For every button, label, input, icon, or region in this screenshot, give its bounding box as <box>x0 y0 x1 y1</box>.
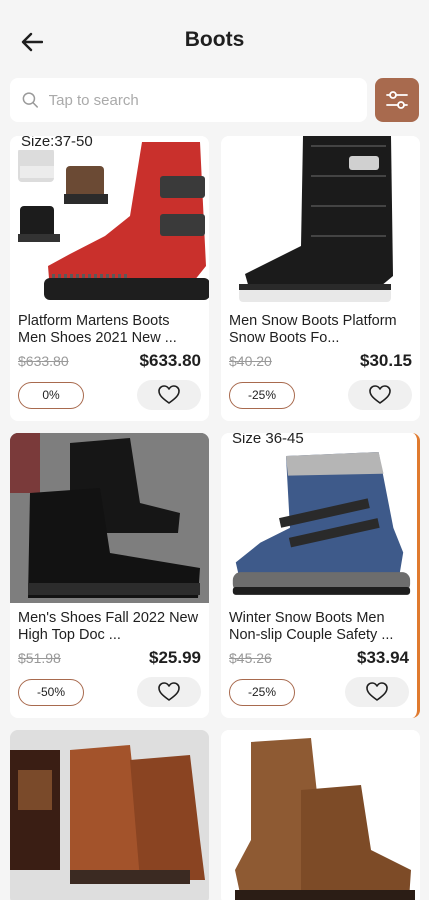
product-image <box>221 730 420 900</box>
sale-price: $33.94 <box>357 648 409 667</box>
heart-icon <box>158 682 180 701</box>
product-image <box>221 136 420 306</box>
image-caption: Size 36-45 <box>229 433 307 447</box>
sale-price: $30.15 <box>360 351 412 370</box>
product-card[interactable]: Size:37-50 Platform Martens Boots Men Sh… <box>10 136 209 421</box>
product-image <box>10 730 209 900</box>
image-caption: Size:37-50 <box>18 136 96 150</box>
product-name: Platform Martens Boots Men Shoes 2021 Ne… <box>18 313 177 346</box>
action-row: -50% <box>18 677 201 707</box>
favorite-button[interactable] <box>348 380 412 410</box>
product-name: Men's Shoes Fall 2022 New High Top Doc .… <box>18 610 199 643</box>
product-card[interactable]: Men's Shoes Fall 2022 New High Top Doc .… <box>10 433 209 718</box>
product-card[interactable]: Men Snow Boots Platform Snow Boots Fo...… <box>221 136 420 421</box>
price-row: $45.26 $33.94 <box>229 648 409 668</box>
favorite-button[interactable] <box>137 677 201 707</box>
search-row <box>10 78 419 122</box>
product-card[interactable]: Size 36-45 Winter Snow Boots Men Non-sli… <box>221 433 420 718</box>
product-grid: Size:37-50 Platform Martens Boots Men Sh… <box>10 136 420 900</box>
original-price: $45.26 <box>229 650 272 666</box>
heart-icon <box>369 385 391 404</box>
product-image: Size 36-45 <box>221 433 417 603</box>
favorite-button[interactable] <box>345 677 409 707</box>
product-image <box>10 433 209 603</box>
product-name: Winter Snow Boots Men Non-slip Couple Sa… <box>229 610 394 643</box>
original-price: $40.20 <box>229 353 272 369</box>
action-row: -25% <box>229 677 409 707</box>
price-row: $633.80 $633.80 <box>18 351 201 371</box>
action-row: 0% <box>18 380 201 410</box>
heart-icon <box>366 682 388 701</box>
sliders-icon <box>386 91 408 109</box>
heart-icon <box>158 385 180 404</box>
product-image: Size:37-50 <box>10 136 209 306</box>
discount-badge: -25% <box>229 678 295 706</box>
favorite-button[interactable] <box>137 380 201 410</box>
product-card[interactable] <box>221 730 420 900</box>
search-icon <box>22 92 38 108</box>
product-card[interactable] <box>10 730 209 900</box>
price-row: $40.20 $30.15 <box>229 351 412 371</box>
sale-price: $25.99 <box>149 648 201 667</box>
discount-badge: -50% <box>18 678 84 706</box>
action-row: -25% <box>229 380 412 410</box>
search-box[interactable] <box>10 78 367 122</box>
search-input[interactable] <box>48 91 367 109</box>
product-name: Men Snow Boots Platform Snow Boots Fo... <box>229 313 397 346</box>
page-title: Boots <box>184 28 245 51</box>
filter-button[interactable] <box>375 78 419 122</box>
original-price: $633.80 <box>18 353 69 369</box>
discount-badge: 0% <box>18 381 84 409</box>
original-price: $51.98 <box>18 650 61 666</box>
sale-price: $633.80 <box>139 351 201 370</box>
price-row: $51.98 $25.99 <box>18 648 201 668</box>
discount-badge: -25% <box>229 381 295 409</box>
app-header: Boots <box>0 0 429 80</box>
